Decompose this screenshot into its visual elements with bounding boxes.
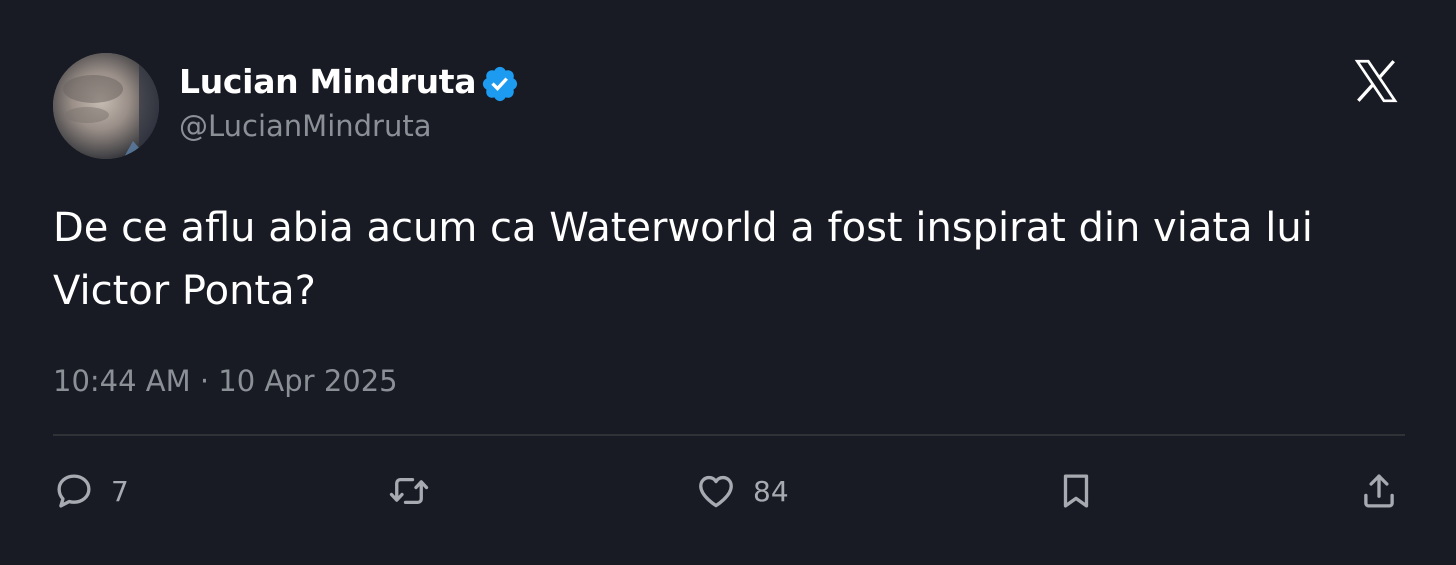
reply-button[interactable]: 7	[53, 470, 129, 512]
heart-icon	[699, 475, 733, 508]
divider	[53, 434, 1405, 436]
like-count: 84	[753, 474, 789, 508]
tweet-text-line: Victor Ponta?	[53, 268, 316, 314]
tweet-text-line: De ce aflu abia acum ca Waterworld a fos…	[53, 205, 1313, 251]
retweet-icon	[389, 477, 429, 505]
reply-icon	[57, 474, 91, 508]
bookmark-button[interactable]	[1055, 470, 1097, 512]
share-icon	[1364, 474, 1394, 508]
tweet-card: Lucian Mindruta @LucianMindruta De ce af…	[0, 0, 1456, 565]
x-logo-icon[interactable]	[1350, 56, 1402, 106]
tweet-text: De ce aflu abia acum ca Waterworld a fos…	[53, 197, 1393, 323]
reply-count: 7	[111, 474, 129, 508]
tweet-timestamp[interactable]: 10:44 AM · 10 Apr 2025	[53, 364, 398, 398]
share-button[interactable]	[1358, 470, 1400, 512]
like-button[interactable]: 84	[695, 470, 789, 512]
retweet-button[interactable]	[388, 470, 430, 512]
user-handle[interactable]: @LucianMindruta	[179, 109, 432, 143]
verified-badge-icon	[482, 66, 518, 102]
display-name[interactable]: Lucian Mindruta	[179, 62, 477, 101]
avatar[interactable]	[53, 53, 159, 159]
avatar-photo	[53, 53, 159, 159]
bookmark-icon	[1063, 474, 1089, 508]
